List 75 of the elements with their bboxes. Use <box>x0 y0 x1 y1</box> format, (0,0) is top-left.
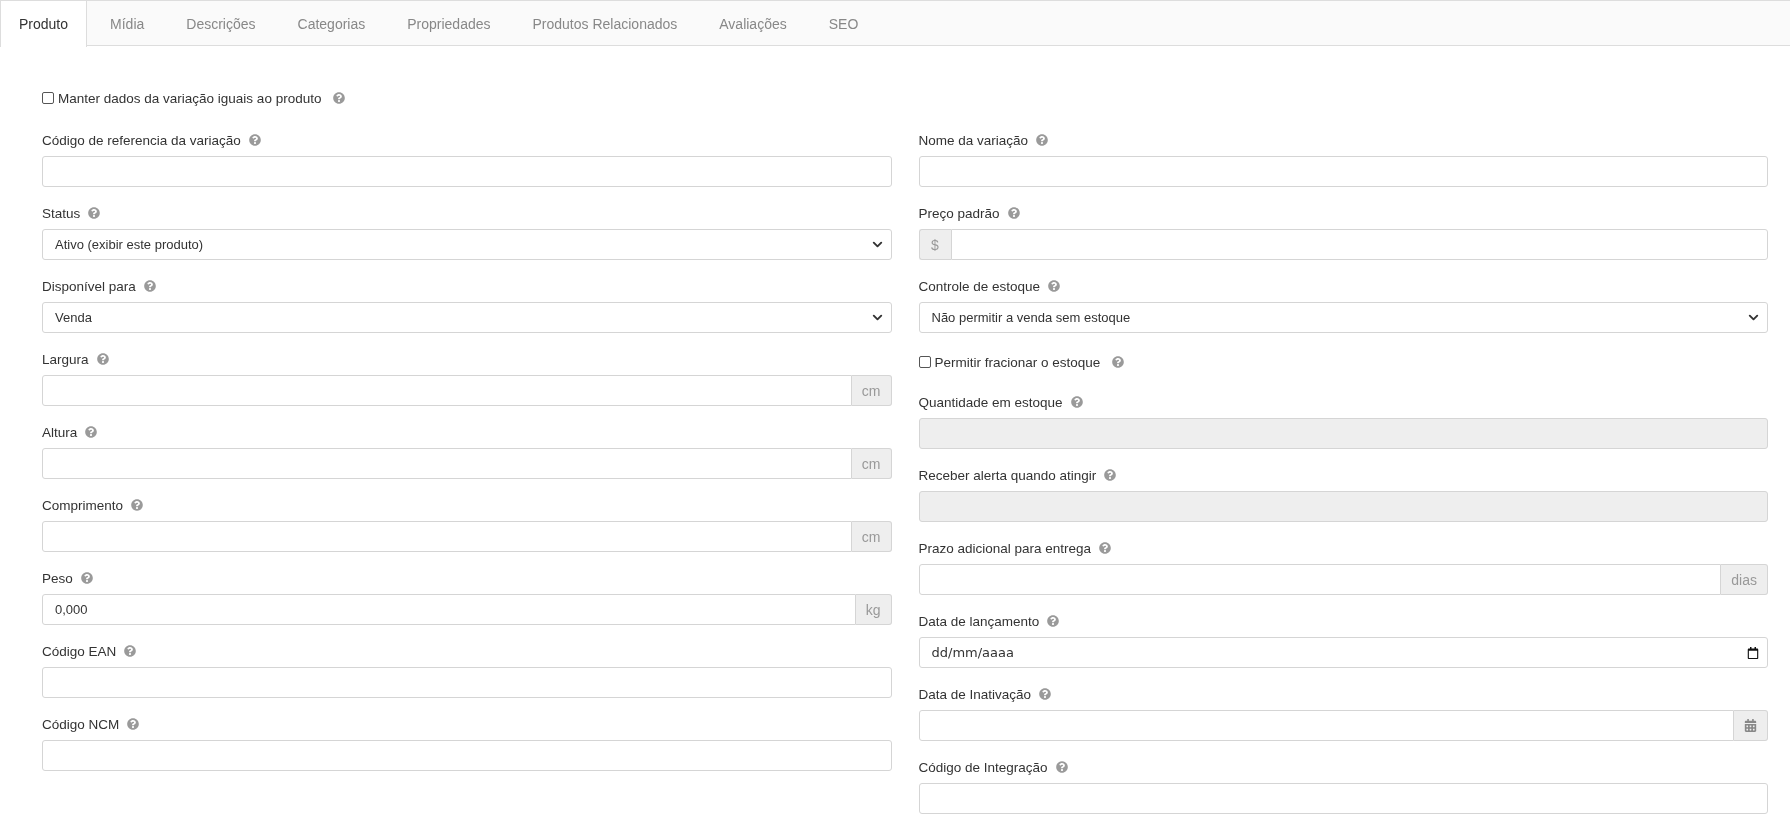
tab[interactable]: Propriedades <box>388 1 510 47</box>
tab[interactable]: Produtos Relacionados <box>513 1 697 47</box>
input-field[interactable] <box>918 783 1768 814</box>
help-icon[interactable] <box>88 207 101 219</box>
select-field[interactable]: Ativo (exibir este produto) <box>42 229 892 260</box>
field-label: Comprimento <box>42 497 124 513</box>
help-icon[interactable] <box>131 499 144 511</box>
input-field[interactable] <box>42 667 892 698</box>
field-label: Status <box>42 205 81 221</box>
input-field[interactable] <box>950 229 1768 260</box>
field-label: Código de Integração <box>918 759 1048 775</box>
help-icon[interactable] <box>1048 280 1061 292</box>
input-field[interactable]: 0,000 <box>42 594 856 625</box>
help-icon[interactable] <box>1055 761 1068 773</box>
help-icon[interactable] <box>1070 396 1083 408</box>
date-field[interactable]: dd/mm/aaaa <box>918 637 1768 668</box>
help-icon[interactable] <box>124 645 137 657</box>
tab[interactable]: Avaliações <box>700 1 806 47</box>
field-label: Controle de estoque <box>918 278 1041 294</box>
unit-addon: cm <box>851 375 892 406</box>
calendar-addon[interactable] <box>1734 710 1768 741</box>
field-label: Código NCM <box>42 716 120 732</box>
help-icon[interactable] <box>80 572 93 584</box>
field-label: Largura <box>42 351 89 367</box>
field-label: Peso <box>42 570 73 586</box>
field-label: Altura <box>42 424 78 440</box>
help-icon[interactable] <box>143 280 156 292</box>
input-field[interactable] <box>42 740 892 771</box>
field-label: Data de lançamento <box>918 613 1040 629</box>
field-label: Prazo adicional para entrega <box>918 540 1092 556</box>
help-icon[interactable] <box>1104 469 1117 481</box>
help-icon[interactable] <box>96 353 109 365</box>
tab[interactable]: SEO <box>809 1 878 47</box>
field-label: Preço padrão <box>918 205 1000 221</box>
help-icon[interactable] <box>1039 688 1052 700</box>
help-icon[interactable] <box>1036 134 1049 146</box>
tab[interactable]: Categorias <box>278 1 385 47</box>
input-field[interactable] <box>918 564 1722 595</box>
calendar-icon[interactable] <box>1747 646 1759 659</box>
unit-addon: cm <box>851 448 892 479</box>
help-icon[interactable] <box>333 92 346 104</box>
select-field[interactable]: Não permitir a venda sem estoque <box>918 302 1768 333</box>
help-icon[interactable] <box>248 134 261 146</box>
input-field[interactable] <box>42 375 852 406</box>
currency-addon: $ <box>918 229 951 260</box>
help-icon[interactable] <box>1047 615 1060 627</box>
help-icon[interactable] <box>127 718 140 730</box>
checkbox-label: Manter dados da variação iguais ao produto <box>58 90 322 106</box>
help-icon[interactable] <box>1112 356 1125 368</box>
field-label: Código de referencia da variação <box>42 132 241 148</box>
unit-addon: dias <box>1721 564 1768 595</box>
input-field[interactable] <box>918 156 1768 187</box>
tab[interactable]: Descrições <box>167 1 275 47</box>
calendar-icon <box>1744 719 1757 732</box>
field-label: Receber alerta quando atingir <box>918 467 1097 483</box>
field-label: Data de Inativação <box>918 686 1032 702</box>
help-icon[interactable] <box>85 426 98 438</box>
checkbox-label: Permitir fracionar o estoque <box>934 354 1101 370</box>
field-label: Quantidade em estoque <box>918 394 1063 410</box>
field-label: Código EAN <box>42 643 117 659</box>
tab[interactable]: Produto <box>0 1 88 47</box>
input-field[interactable] <box>42 156 892 187</box>
checkbox[interactable] <box>42 92 54 104</box>
unit-addon: kg <box>855 594 892 625</box>
field-label: Nome da variação <box>918 132 1029 148</box>
input-field[interactable] <box>42 521 852 552</box>
unit-addon: cm <box>851 521 892 552</box>
help-icon[interactable] <box>1099 542 1112 554</box>
field-label: Disponível para <box>42 278 136 294</box>
help-icon[interactable] <box>1007 207 1020 219</box>
tab[interactable]: Mídia <box>91 1 164 47</box>
select-field[interactable]: Venda <box>42 302 892 333</box>
input-field[interactable] <box>918 710 1734 741</box>
checkbox[interactable] <box>918 356 931 368</box>
input-field[interactable] <box>42 448 852 479</box>
